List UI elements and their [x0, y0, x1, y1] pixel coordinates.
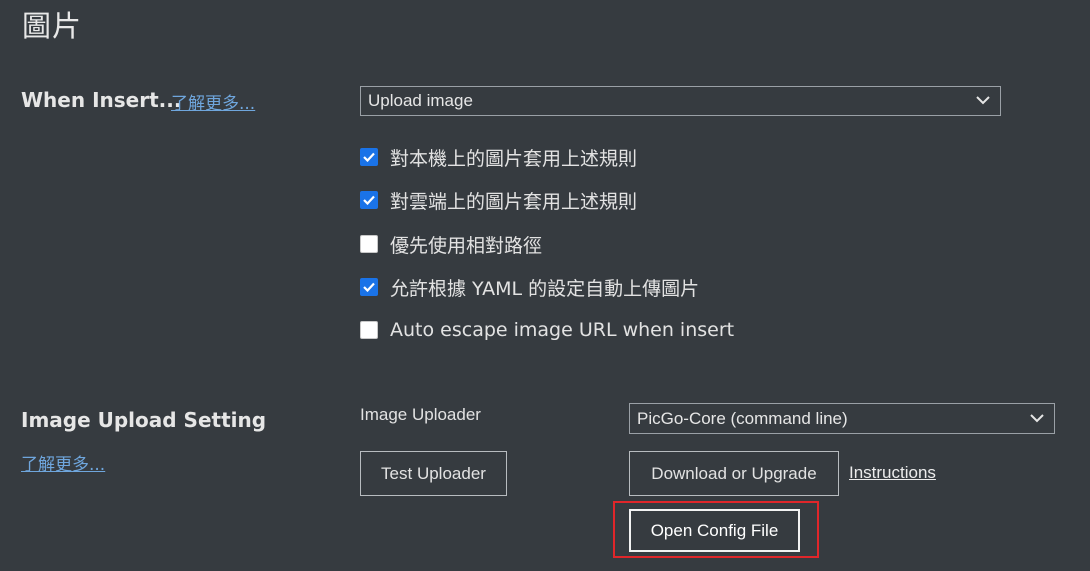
- checkmark-icon: [363, 282, 375, 292]
- option-apply-remote-images[interactable]: 對雲端上的圖片套用上述規則: [360, 188, 638, 213]
- when-insert-select-value: Upload image: [368, 91, 473, 110]
- chevron-down-icon: [976, 96, 990, 105]
- option-label: Auto escape image URL when insert: [390, 319, 735, 341]
- upload-setting-learn-more-link[interactable]: 了解更多...: [21, 450, 105, 475]
- image-uploader-select[interactable]: PicGo-Core (command line): [629, 403, 1055, 434]
- checkbox-unchecked[interactable]: [360, 321, 378, 339]
- image-uploader-select-value: PicGo-Core (command line): [637, 408, 848, 428]
- option-label: 允許根據 YAML 的設定自動上傳圖片: [390, 277, 700, 300]
- when-insert-learn-more-link[interactable]: 了解更多...: [171, 89, 255, 114]
- checkbox-checked[interactable]: [360, 278, 378, 296]
- checkbox-checked[interactable]: [360, 191, 378, 209]
- download-or-upgrade-button[interactable]: Download or Upgrade: [629, 451, 839, 496]
- option-auto-escape-url[interactable]: Auto escape image URL when insert: [360, 318, 734, 342]
- instructions-link[interactable]: Instructions: [849, 463, 936, 483]
- open-config-file-button[interactable]: Open Config File: [629, 509, 800, 552]
- checkmark-icon: [363, 195, 375, 205]
- checkbox-unchecked[interactable]: [360, 235, 378, 253]
- option-yaml-auto-upload[interactable]: 允許根據 YAML 的設定自動上傳圖片: [360, 275, 700, 300]
- checkmark-icon: [363, 152, 375, 162]
- option-apply-local-images[interactable]: 對本機上的圖片套用上述規則: [360, 145, 638, 170]
- option-label: 對本機上的圖片套用上述規則: [390, 147, 638, 170]
- page-title: 圖片: [22, 9, 83, 43]
- image-upload-setting-label: Image Upload Setting: [21, 408, 267, 432]
- option-label: 優先使用相對路徑: [390, 234, 543, 257]
- chevron-down-icon: [1030, 413, 1044, 422]
- option-prefer-relative-path[interactable]: 優先使用相對路徑: [360, 232, 543, 257]
- option-label: 對雲端上的圖片套用上述規則: [390, 190, 638, 213]
- test-uploader-button[interactable]: Test Uploader: [360, 451, 507, 496]
- preferences-image-page: 圖片 When Insert... 了解更多... Upload image 對…: [0, 0, 1090, 571]
- checkbox-checked[interactable]: [360, 148, 378, 166]
- image-uploader-label: Image Uploader: [360, 405, 481, 424]
- when-insert-label: When Insert...: [21, 88, 182, 112]
- when-insert-select[interactable]: Upload image: [360, 86, 1001, 116]
